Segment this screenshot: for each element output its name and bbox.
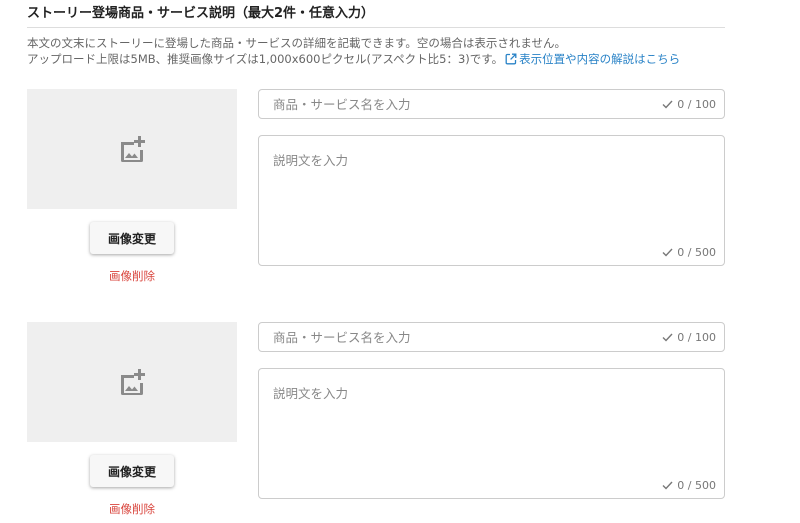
product-name-input[interactable]: [259, 323, 663, 351]
product-description-field: 0 / 500: [258, 135, 725, 266]
description-line-1: 本文の文末にストーリーに登場した商品・サービスの詳細を記載できます。空の場合は表…: [27, 36, 566, 50]
description-counter-text: 0 / 500: [677, 246, 716, 259]
image-upload-area[interactable]: [27, 89, 237, 209]
section-title: ストーリー登場商品・サービス説明（最大2件・任意入力）: [27, 6, 375, 21]
product-description-input[interactable]: [259, 136, 724, 241]
section-divider: [27, 27, 725, 28]
product-name-input[interactable]: [259, 90, 663, 118]
help-link-label: 表示位置や内容の解説はこちら: [519, 52, 681, 66]
delete-image-link[interactable]: 画像削除: [27, 268, 237, 284]
change-image-button[interactable]: 画像変更: [90, 222, 174, 254]
name-counter-text: 0 / 100: [677, 331, 716, 344]
product-item-1: 画像変更 画像削除 0 / 100 0 / 500: [27, 89, 727, 289]
check-icon: [662, 333, 673, 342]
image-upload-area[interactable]: [27, 322, 237, 442]
section-description: 本文の文末にストーリーに登場した商品・サービスの詳細を記載できます。空の場合は表…: [27, 35, 680, 67]
check-icon: [662, 248, 673, 257]
name-counter-text: 0 / 100: [677, 98, 716, 111]
description-char-counter: 0 / 500: [662, 479, 716, 492]
help-link[interactable]: 表示位置や内容の解説はこちら: [503, 52, 680, 66]
product-name-field: 0 / 100: [258, 322, 725, 352]
check-icon: [662, 100, 673, 109]
name-char-counter: 0 / 100: [662, 331, 716, 344]
add-photo-icon: [121, 369, 145, 395]
external-link-icon: [505, 53, 517, 65]
product-description-field: 0 / 500: [258, 368, 725, 499]
description-counter-text: 0 / 500: [677, 479, 716, 492]
description-line-2: アップロード上限は5MB、推奨画像サイズは1,000x600ピクセル(アスペクト…: [27, 51, 680, 67]
product-name-field: 0 / 100: [258, 89, 725, 119]
product-description-input[interactable]: [259, 369, 724, 474]
delete-image-link[interactable]: 画像削除: [27, 501, 237, 517]
product-item-2: 画像変更 画像削除 0 / 100 0 / 500: [27, 322, 727, 522]
add-photo-icon: [121, 136, 145, 162]
description-char-counter: 0 / 500: [662, 246, 716, 259]
upload-limit-text: アップロード上限は5MB、推奨画像サイズは1,000x600ピクセル(アスペクト…: [27, 52, 504, 66]
change-image-button[interactable]: 画像変更: [90, 455, 174, 487]
check-icon: [662, 481, 673, 490]
name-char-counter: 0 / 100: [662, 98, 716, 111]
